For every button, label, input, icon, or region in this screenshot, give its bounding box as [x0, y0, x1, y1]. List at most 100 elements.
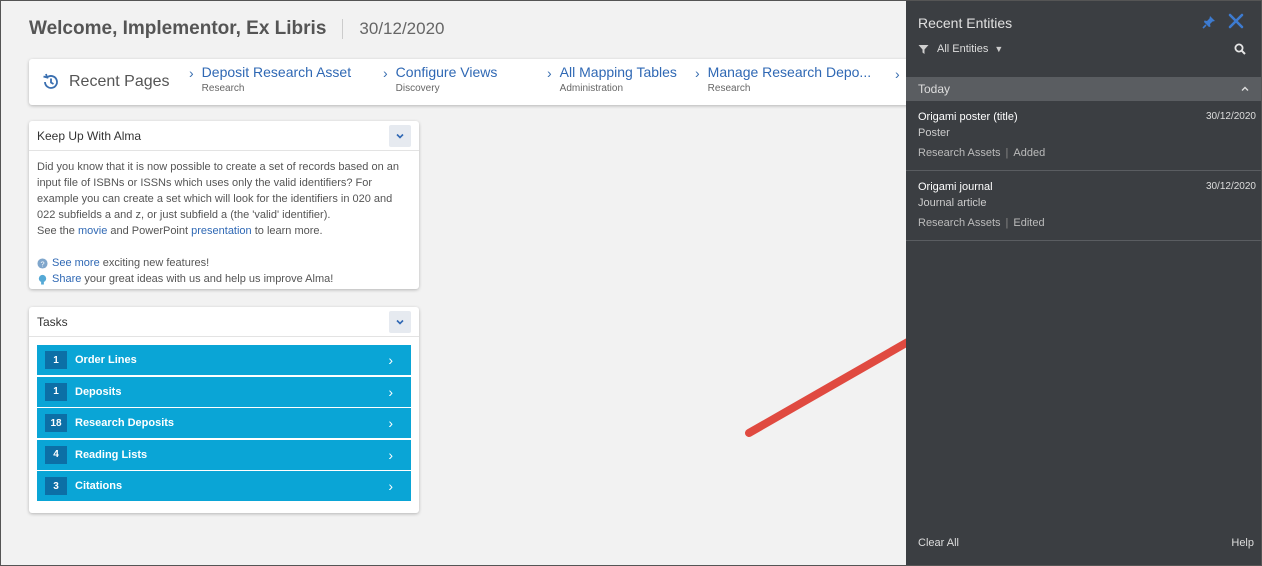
- chevron-right-icon[interactable]: ›: [895, 66, 900, 82]
- entity-filter-dropdown[interactable]: All Entities ▼: [918, 43, 1003, 55]
- entity-area: Research Assets: [918, 217, 1001, 229]
- share-link[interactable]: Share: [52, 271, 81, 287]
- entity-type: Poster: [918, 127, 950, 139]
- chevron-right-icon: ›: [695, 65, 700, 81]
- keep-up-links-line: See the movie and PowerPoint presentatio…: [37, 223, 411, 239]
- recent-page-area: Research: [707, 83, 751, 94]
- entity-date: 30/12/2020: [1205, 181, 1256, 192]
- recent-page-area: Research: [201, 83, 245, 94]
- task-row[interactable]: 3 Citations ›: [37, 471, 411, 501]
- collapse-button[interactable]: [389, 124, 411, 147]
- chevron-right-icon: ›: [388, 478, 393, 494]
- section-label: Today: [918, 82, 951, 96]
- entity-title: Origami journal: [918, 181, 993, 193]
- recent-page-area: Discovery: [395, 83, 440, 94]
- caret-down-icon: ▼: [994, 44, 1004, 54]
- text: and PowerPoint: [110, 225, 189, 237]
- keep-up-text: Did you know that it is now possible to …: [37, 161, 399, 221]
- widget-header: Keep Up With Alma: [29, 121, 419, 151]
- header-date: 30/12/2020: [359, 19, 445, 38]
- recent-page-item[interactable]: › Manage Research Depo... Research: [695, 64, 895, 94]
- share-line: Share your great ideas with us and help …: [37, 271, 411, 287]
- entity-title: Origami poster (title): [918, 111, 1018, 123]
- entity-date: 30/12/2020: [1205, 111, 1256, 122]
- recent-page-title: Configure Views: [395, 64, 498, 80]
- filter-value: All Entities: [937, 43, 989, 55]
- entity-meta: Research Assets | Edited: [918, 217, 1250, 229]
- task-count-badge: 4: [45, 445, 67, 464]
- filter-icon: [918, 44, 929, 54]
- chevron-right-icon: ›: [388, 383, 393, 400]
- chevron-right-icon: ›: [388, 446, 393, 463]
- movie-link[interactable]: movie: [78, 225, 107, 237]
- entity-type: Journal article: [918, 197, 987, 209]
- chevron-right-icon: ›: [388, 352, 393, 368]
- widget-header: Tasks: [29, 307, 419, 337]
- clear-all-link[interactable]: Clear All: [918, 537, 959, 549]
- recent-page-item[interactable]: › Deposit Research Asset Research: [189, 64, 383, 94]
- recent-page-title: Manage Research Depo...: [707, 64, 872, 80]
- task-count-badge: 1: [45, 382, 67, 401]
- entity-item[interactable]: Origami poster (title) 30/12/2020 Poster…: [906, 101, 1261, 171]
- text: exciting new features!: [102, 257, 210, 269]
- tasks-list: 1 Order Lines › 1 Deposits › 18 Research…: [29, 337, 419, 517]
- recent-page-item[interactable]: › All Mapping Tables Administration: [547, 64, 695, 94]
- chevron-right-icon: ›: [383, 65, 388, 81]
- task-row[interactable]: 18 Research Deposits ›: [37, 408, 411, 438]
- task-label: Deposits: [75, 385, 122, 398]
- task-label: Order Lines: [75, 354, 137, 366]
- close-icon[interactable]: [1228, 13, 1244, 29]
- welcome-title: Welcome, Implementor, Ex Libris: [29, 18, 327, 39]
- task-row[interactable]: 1 Order Lines ›: [37, 345, 411, 375]
- widget-title: Tasks: [37, 314, 68, 329]
- welcome-header: Welcome, Implementor, Ex Libris 30/12/20…: [29, 17, 445, 41]
- recent-page-title: Deposit Research Asset: [201, 64, 352, 80]
- chevron-right-icon: ›: [547, 65, 552, 81]
- keep-up-body: Did you know that it is now possible to …: [29, 151, 419, 295]
- recent-pages-label: Recent Pages: [29, 72, 189, 92]
- recent-page-item[interactable]: › Configure Views Discovery: [383, 64, 547, 94]
- task-count-badge: 3: [45, 477, 67, 495]
- presentation-link[interactable]: presentation: [191, 225, 252, 237]
- task-label: Reading Lists: [75, 448, 148, 461]
- entity-item[interactable]: Origami journal 30/12/2020 Journal artic…: [906, 171, 1261, 241]
- pin-icon[interactable]: [1202, 15, 1216, 29]
- recent-page-title: All Mapping Tables: [559, 64, 677, 80]
- chevron-down-icon: [396, 133, 404, 139]
- meta-divider: |: [1005, 147, 1009, 159]
- svg-text:?: ?: [40, 259, 44, 268]
- entity-action: Added: [1013, 147, 1046, 159]
- search-icon[interactable]: [1234, 43, 1246, 55]
- header-divider: [342, 19, 344, 39]
- help-circle-icon: ?: [37, 257, 48, 269]
- recent-pages-bar: Recent Pages › Deposit Research Asset Re…: [29, 59, 919, 105]
- history-icon: [43, 73, 58, 89]
- widget-title: Keep Up With Alma: [37, 128, 142, 143]
- task-count-badge: 1: [45, 351, 67, 369]
- meta-divider: |: [1005, 217, 1009, 229]
- recent-pages-title: Recent Pages: [69, 73, 170, 90]
- lightbulb-icon: [38, 274, 47, 285]
- tasks-widget: Tasks 1 Order Lines › 1 Deposits › 18 Re…: [29, 307, 419, 513]
- collapse-button[interactable]: [389, 310, 411, 333]
- task-label: Research Deposits: [75, 417, 175, 429]
- chevron-down-icon: [396, 319, 404, 325]
- keep-up-widget: Keep Up With Alma Did you know that it i…: [29, 121, 419, 289]
- task-count-badge: 18: [45, 414, 67, 432]
- chevron-right-icon: ›: [388, 415, 393, 431]
- panel-title: Recent Entities: [918, 15, 1013, 31]
- entity-meta: Research Assets | Added: [918, 147, 1250, 159]
- text: your great ideas with us and help us imp…: [84, 273, 334, 285]
- task-row[interactable]: 4 Reading Lists ›: [37, 439, 411, 470]
- see-more-line: ? See more exciting new features!: [37, 255, 411, 271]
- see-more-link[interactable]: See more: [52, 255, 100, 271]
- section-header-today[interactable]: Today: [906, 77, 1261, 101]
- entity-action: Edited: [1013, 217, 1045, 229]
- app-frame: Welcome, Implementor, Ex Libris 30/12/20…: [0, 0, 1262, 566]
- recent-page-area: Administration: [559, 83, 624, 94]
- chevron-up-icon: [1241, 86, 1249, 91]
- entity-area: Research Assets: [918, 147, 1001, 159]
- help-link[interactable]: Help: [1231, 537, 1254, 549]
- text: See the: [37, 225, 75, 237]
- task-row[interactable]: 1 Deposits ›: [37, 376, 411, 407]
